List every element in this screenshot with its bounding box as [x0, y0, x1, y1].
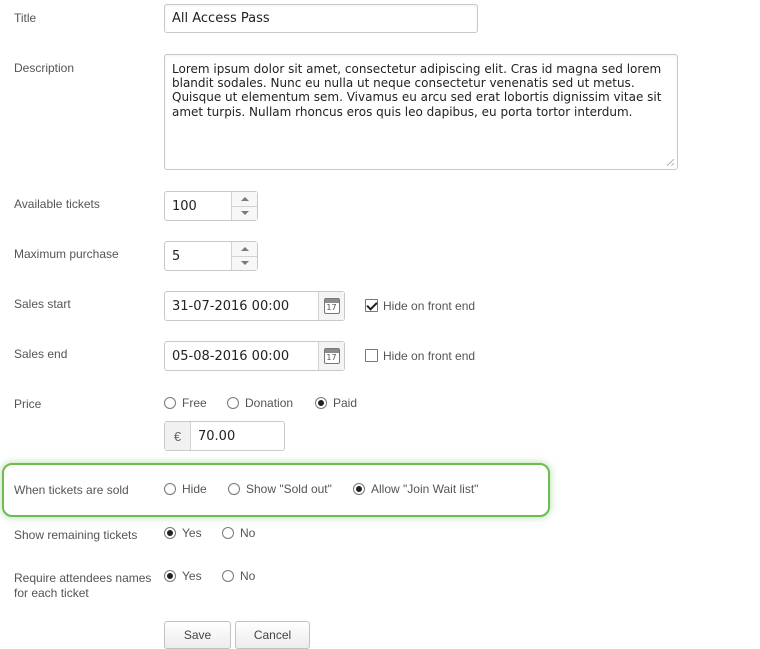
when-sold-label: When tickets are sold [14, 483, 129, 497]
when-sold-waitlist-label: Allow "Join Wait list" [371, 482, 479, 496]
stepper-up-button[interactable] [232, 192, 257, 206]
price-paid-radio[interactable] [315, 397, 327, 409]
require-names-no-radio[interactable] [222, 570, 234, 582]
when-sold-waitlist-radio[interactable] [353, 483, 365, 495]
price-free-label: Free [182, 396, 207, 410]
cancel-button[interactable]: Cancel [235, 621, 310, 649]
stepper-down-button[interactable] [232, 205, 257, 221]
sales-end-label: Sales end [14, 347, 68, 361]
when-sold-hide-radio[interactable] [164, 483, 176, 495]
price-donation-label: Donation [245, 396, 294, 410]
title-input-value: All Access Pass [172, 11, 270, 26]
price-label: Price [14, 397, 42, 411]
require-names-yes-label: Yes [182, 569, 202, 583]
maximum-purchase-stepper[interactable]: 5 [164, 241, 258, 271]
available-tickets-label: Available tickets [14, 197, 100, 211]
sales-end-hide-label: Hide on front end [383, 349, 476, 363]
require-names-no-label: No [240, 569, 256, 583]
when-sold-soldout-label: Show "Sold out" [246, 482, 332, 496]
available-tickets-stepper[interactable]: 100 [164, 191, 258, 221]
description-label: Description [14, 61, 75, 75]
stepper-down-button[interactable] [232, 255, 257, 271]
euro-currency-icon: € [165, 422, 191, 450]
sales-start-input[interactable]: 31-07-2016 00:00 [164, 291, 345, 321]
show-remaining-yes-radio[interactable] [164, 527, 176, 539]
sales-start-calendar-button[interactable] [318, 292, 344, 320]
maximum-purchase-value: 5 [172, 248, 181, 264]
sales-end-hide-checkbox[interactable] [365, 349, 378, 362]
maximum-purchase-label: Maximum purchase [14, 247, 119, 261]
title-input[interactable]: All Access Pass [164, 4, 478, 33]
sales-start-label: Sales start [14, 297, 71, 311]
calendar-icon [323, 298, 340, 314]
chevron-up-icon [240, 196, 249, 201]
price-paid-label: Paid [333, 396, 358, 410]
title-label: Title [14, 11, 37, 25]
show-remaining-yes-label: Yes [182, 526, 202, 540]
price-amount-value: 70.00 [198, 428, 236, 444]
available-tickets-value: 100 [172, 198, 197, 214]
resize-grip-icon[interactable] [667, 159, 674, 166]
save-button[interactable]: Save [164, 621, 231, 649]
require-names-label-line2: for each ticket [14, 586, 89, 600]
description-textarea[interactable]: Lorem ipsum dolor sit amet, consectetur … [164, 54, 678, 170]
description-text: Lorem ipsum dolor sit amet, consectetur … [172, 62, 662, 119]
sales-end-value: 05-08-2016 00:00 [172, 348, 290, 364]
show-remaining-no-radio[interactable] [222, 527, 234, 539]
sales-start-hide-label: Hide on front end [383, 299, 476, 313]
require-names-label-line1: Require attendees names [14, 571, 152, 585]
when-sold-soldout-radio[interactable] [228, 483, 240, 495]
stepper-up-button[interactable] [232, 242, 257, 256]
chevron-down-icon [240, 261, 249, 266]
sales-end-calendar-button[interactable] [318, 342, 344, 370]
price-amount-input[interactable]: € 70.00 [164, 421, 285, 451]
price-free-radio[interactable] [164, 397, 176, 409]
sales-end-input[interactable]: 05-08-2016 00:00 [164, 341, 345, 371]
require-names-yes-radio[interactable] [164, 570, 176, 582]
price-donation-radio[interactable] [227, 397, 239, 409]
chevron-up-icon [240, 246, 249, 251]
sales-start-hide-checkbox[interactable] [365, 299, 378, 312]
sales-start-value: 31-07-2016 00:00 [172, 298, 290, 314]
show-remaining-no-label: No [240, 526, 256, 540]
calendar-icon [323, 348, 340, 364]
chevron-down-icon [240, 211, 249, 216]
show-remaining-label: Show remaining tickets [14, 528, 138, 542]
when-sold-hide-label: Hide [182, 482, 207, 496]
